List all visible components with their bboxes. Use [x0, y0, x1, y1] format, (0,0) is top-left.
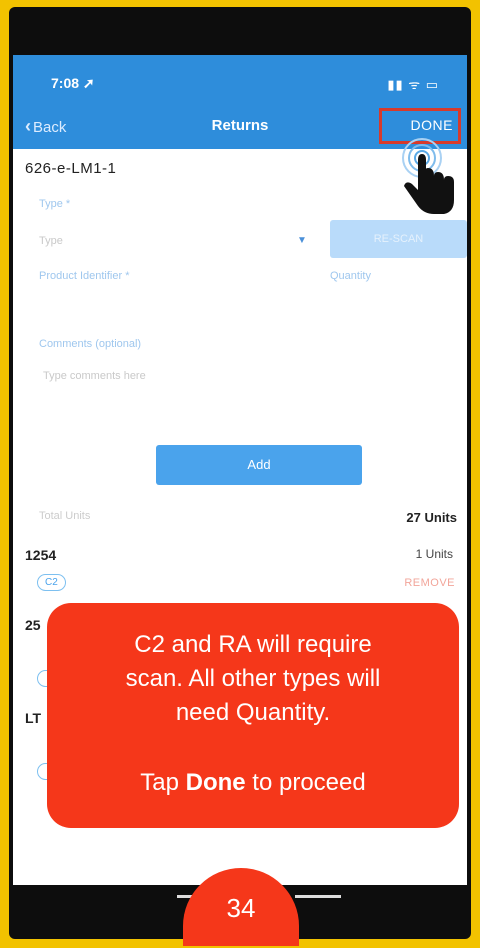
quantity-label: Quantity: [330, 270, 371, 282]
instruction-callout: C2 and RA will require scan. All other t…: [47, 603, 459, 828]
tap-done-bold: Done: [185, 769, 246, 796]
status-bar: 7:08 ➚ ▮▮ ᯤ ▭: [13, 55, 467, 105]
list-item-units: 1 Units: [415, 547, 453, 561]
total-units-value: 27 Units: [406, 510, 457, 525]
rescan-button[interactable]: RE-SCAN: [330, 220, 467, 258]
signal-wifi-battery-icon: ▮▮ ᯤ ▭: [387, 77, 439, 92]
total-units-label: Total Units: [39, 510, 91, 522]
callout-line: scan. All other types will: [125, 665, 381, 692]
comments-input[interactable]: Type comments here: [43, 370, 146, 382]
callout-tap-done: Tap Done to proceed: [47, 769, 459, 797]
done-button[interactable]: DONE: [411, 117, 453, 133]
add-button[interactable]: Add: [156, 445, 362, 485]
dropdown-arrow-icon[interactable]: ▼: [297, 235, 307, 246]
remove-button[interactable]: REMOVE: [404, 577, 455, 589]
callout-line: need Quantity.: [175, 699, 331, 726]
lot-number: 626-e-LM1-1: [25, 160, 117, 177]
yellow-frame: 7:08 ➚ ▮▮ ᯤ ▭ ‹ Back Returns DONE 626-e-L…: [0, 0, 480, 946]
type-select[interactable]: Type: [39, 235, 63, 247]
status-time: 7:08 ➚: [51, 75, 95, 91]
home-indicator-right: [295, 895, 341, 898]
list-item-id: 25: [25, 617, 41, 633]
tap-suffix: to proceed: [245, 769, 366, 796]
product-identifier-label: Product Identifier *: [39, 270, 130, 282]
list-item-id: 1254: [25, 547, 57, 563]
callout-line: C2 and RA will require: [134, 631, 372, 658]
type-label: Type *: [39, 198, 71, 210]
list-item-id: LT: [25, 710, 42, 726]
pointing-hand-icon: [402, 138, 454, 214]
type-badge: C2: [37, 574, 66, 591]
tap-prefix: Tap: [140, 769, 186, 796]
comments-label: Comments (optional): [39, 338, 142, 350]
